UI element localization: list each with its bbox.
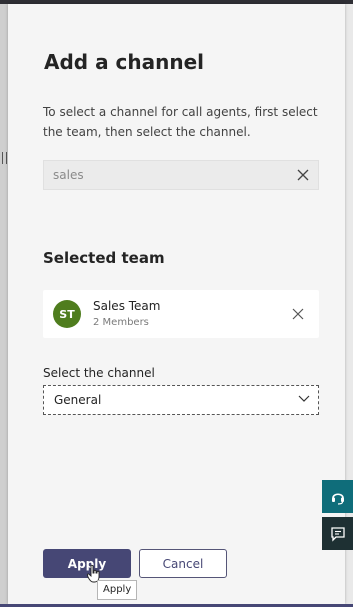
apply-tooltip: Apply [97,580,138,600]
team-search-box[interactable] [43,160,319,190]
team-name: Sales Team [93,299,161,313]
chat-feedback-icon [330,526,345,542]
team-avatar: ST [53,300,81,328]
channel-select-label: Select the channel [43,366,155,380]
channel-dropdown[interactable]: General [43,385,319,415]
headset-icon [331,492,344,505]
add-channel-panel: Add a channel To select a channel for ca… [8,4,345,604]
channel-dropdown-value: General [54,393,102,407]
feedback-button[interactable] [322,517,353,550]
team-search-input[interactable] [44,161,293,189]
clear-search-icon[interactable] [296,168,310,182]
headset-support-button[interactable] [322,480,353,513]
dialog-title: Add a channel [44,50,205,74]
resize-handle-icon [2,152,7,164]
chevron-down-icon [298,395,310,402]
selected-team-card: ST Sales Team 2 Members [43,290,319,338]
background-window-strip [0,4,8,607]
cancel-button[interactable]: Cancel [139,549,227,578]
dialog-description: To select a channel for call agents, fir… [43,105,318,139]
selected-team-heading: Selected team [43,249,165,267]
remove-team-icon[interactable] [292,308,304,320]
team-member-count: 2 Members [93,317,149,328]
